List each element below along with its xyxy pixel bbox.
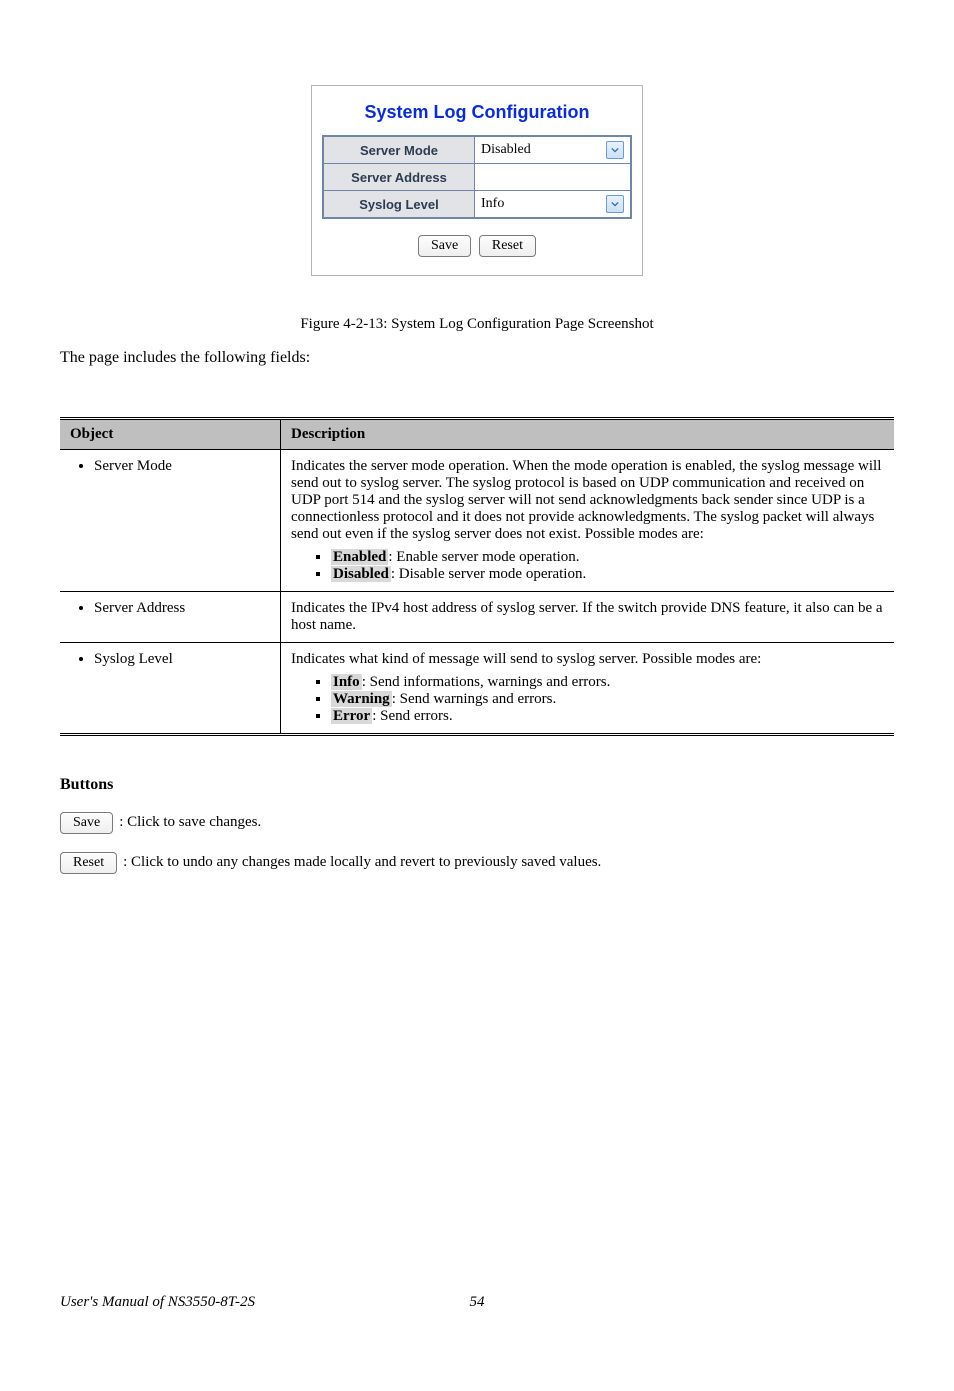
chevron-down-icon[interactable] <box>606 195 624 213</box>
label-server-address: Server Address <box>323 164 475 191</box>
reset-button[interactable]: Reset <box>479 235 536 257</box>
option-item: Error: Send errors. <box>331 708 884 725</box>
table-row-object: Server Mode <box>94 458 270 475</box>
button-desc: : Click to save changes. <box>119 814 261 830</box>
field-server-address[interactable] <box>475 164 632 191</box>
col-description: Description <box>281 419 895 450</box>
field-server-mode[interactable]: Disabled <box>475 136 632 164</box>
table-row-desc: Indicates the IPv4 host address of syslo… <box>291 600 884 634</box>
label-syslog-level: Syslog Level <box>323 191 475 219</box>
chevron-down-icon[interactable] <box>606 141 624 159</box>
config-table: Server Mode Disabled Server Address <box>322 135 632 219</box>
save-button[interactable]: Save <box>418 235 471 257</box>
panel-title: System Log Configuration <box>322 102 632 123</box>
label-server-mode: Server Mode <box>323 136 475 164</box>
option-item: Warning: Send warnings and errors. <box>331 691 884 708</box>
field-syslog-level[interactable]: Info <box>475 191 632 219</box>
col-object: Object <box>60 419 281 450</box>
fields-table: Object Description Server Mode Indicates … <box>60 417 894 736</box>
table-row-desc: Indicates what kind of message will send… <box>291 651 884 668</box>
buttons-heading: Buttons <box>60 776 894 794</box>
table-row-object: Server Address <box>94 600 270 617</box>
option-item: Info: Send informations, warnings and er… <box>331 674 884 691</box>
button-desc: : Click to undo any changes made locally… <box>123 854 601 870</box>
syslog-level-value: Info <box>481 196 606 212</box>
syslog-config-panel: System Log Configuration Server Mode Dis… <box>311 85 643 276</box>
reset-button[interactable]: Reset <box>60 852 117 874</box>
server-mode-value: Disabled <box>481 142 606 158</box>
option-item: Disabled: Disable server mode operation. <box>331 566 884 583</box>
option-item: Enabled: Enable server mode operation. <box>331 549 884 566</box>
intro-text: The page includes the following fields: <box>60 349 894 367</box>
footer-manual: User's Manual of NS3550-8T-2S <box>60 1294 255 1311</box>
table-row-object: Syslog Level <box>94 651 270 668</box>
figure-caption: Figure 4-2-13: System Log Configuration … <box>60 316 894 333</box>
save-button[interactable]: Save <box>60 812 113 834</box>
footer-page: 54 <box>470 1294 485 1310</box>
table-row-desc: Indicates the server mode operation. Whe… <box>291 458 884 543</box>
